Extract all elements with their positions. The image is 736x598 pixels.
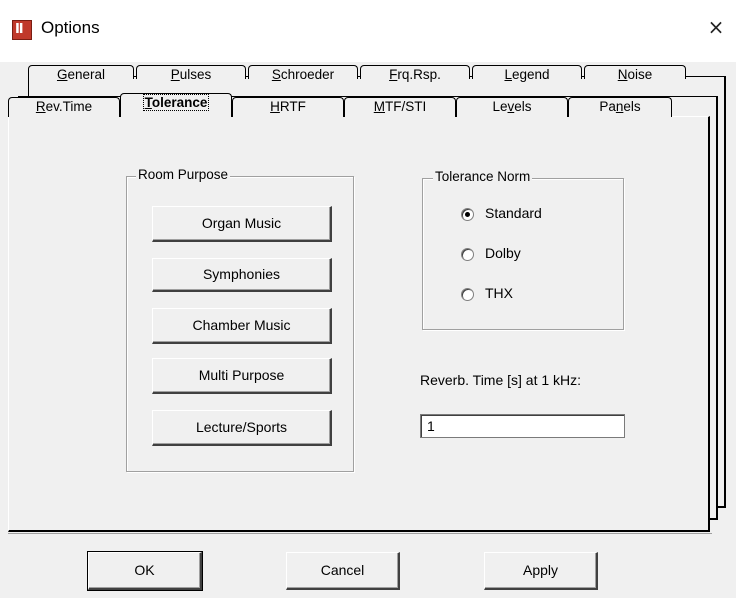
- radio-standard[interactable]: Standard: [461, 205, 581, 225]
- footer-separator: [8, 533, 712, 534]
- window-title: Options: [41, 18, 100, 37]
- apply-button[interactable]: Apply: [484, 552, 598, 590]
- cancel-button[interactable]: Cancel: [286, 552, 400, 590]
- tab-frq-rsp[interactable]: Frq.Rsp.: [360, 65, 470, 82]
- radio-dolby-button[interactable]: [461, 248, 474, 261]
- ok-button[interactable]: OK: [87, 551, 203, 591]
- tab-general[interactable]: General: [28, 65, 134, 82]
- lecture-sports-button[interactable]: Lecture/Sports: [152, 410, 332, 446]
- multi-purpose-button[interactable]: Multi Purpose: [152, 358, 332, 394]
- tab-noise[interactable]: Noise: [584, 65, 686, 82]
- organ-music-button[interactable]: Organ Music: [152, 206, 332, 242]
- reverb-time-input[interactable]: [420, 414, 625, 438]
- radio-thx[interactable]: THX: [461, 285, 581, 305]
- tab-pulses[interactable]: Pulses: [136, 65, 246, 82]
- chamber-music-button[interactable]: Chamber Music: [152, 308, 332, 344]
- reverb-time-label: Reverb. Time [s] at 1 kHz:: [420, 372, 582, 388]
- close-icon[interactable]: ×: [702, 13, 730, 41]
- radio-standard-button[interactable]: [461, 208, 474, 221]
- tab-rev-time[interactable]: Rev.Time: [8, 97, 120, 117]
- radio-selected-dot: [465, 212, 470, 217]
- radio-standard-label: Standard: [485, 205, 542, 221]
- tab-levels[interactable]: Levels: [456, 97, 568, 117]
- tab-tolerance[interactable]: Tolerance: [120, 93, 232, 117]
- tab-legend[interactable]: Legend: [472, 65, 582, 82]
- radio-dolby[interactable]: Dolby: [461, 245, 581, 265]
- tab-panels[interactable]: Panels: [568, 97, 672, 117]
- app-logo-icon[interactable]: Ⅱ: [12, 20, 32, 40]
- radio-dolby-label: Dolby: [485, 245, 521, 261]
- symphonies-button[interactable]: Symphonies: [152, 258, 332, 292]
- title-bar: [0, 0, 736, 62]
- radio-thx-label: THX: [485, 285, 513, 301]
- radio-thx-button[interactable]: [461, 288, 474, 301]
- tab-mtf-sti[interactable]: MTF/STI: [344, 97, 456, 117]
- room-purpose-title: Room Purpose: [136, 167, 231, 182]
- tolerance-norm-title: Tolerance Norm: [433, 169, 533, 184]
- tab-schroeder[interactable]: Schroeder: [248, 65, 358, 82]
- tab-hrtf[interactable]: HRTF: [232, 97, 344, 117]
